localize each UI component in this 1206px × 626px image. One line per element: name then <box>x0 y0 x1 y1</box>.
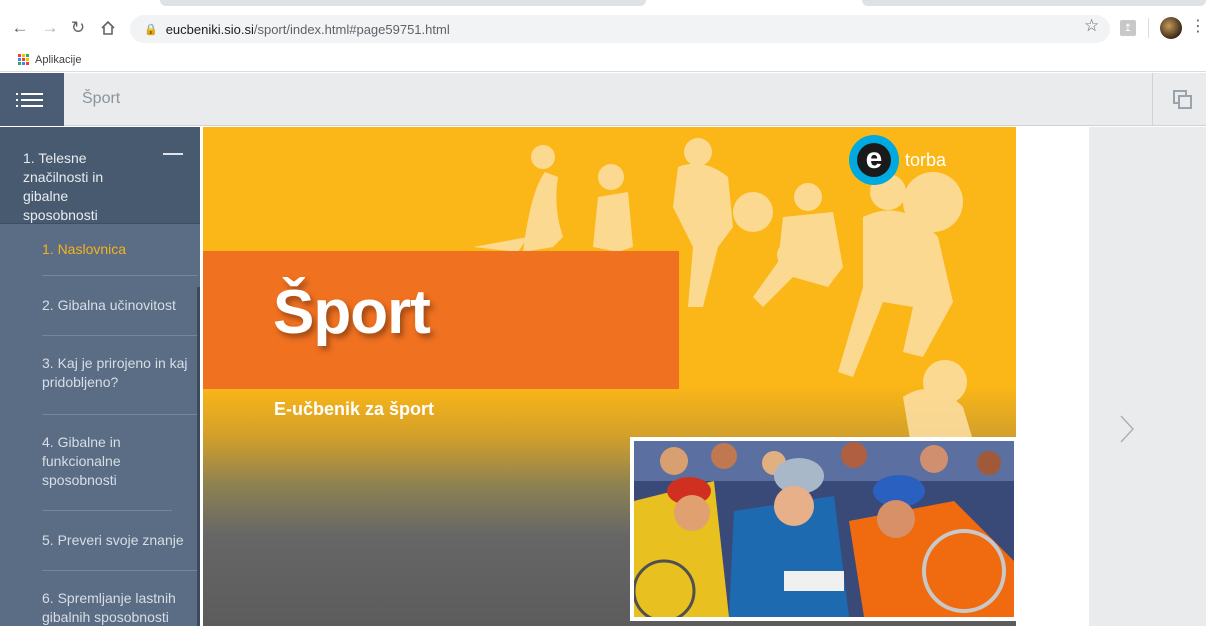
sidebar-item-gibalna-ucinovitost[interactable]: 2. Gibalna učinovitost <box>42 276 197 336</box>
forward-icon[interactable]: → <box>38 16 62 40</box>
bookmark-star-icon[interactable]: ☆ <box>1084 16 1099 36</box>
sidebar-chapter[interactable]: 1. Telesne značilnosti in gibalne sposob… <box>0 127 203 224</box>
view-mode-icon-front <box>1178 95 1192 109</box>
app-title: Šport <box>82 90 121 107</box>
logo-e-icon: e <box>849 135 899 185</box>
back-icon[interactable]: ← <box>8 16 32 40</box>
menu-toggle-button[interactable] <box>0 73 64 126</box>
sidebar-item-preveri-znanje[interactable]: 5. Preveri svoje znanje <box>42 511 197 571</box>
sidebar-item-prirojeno-pridobljeno[interactable]: 3. Kaj je prirojeno in kaj pridobljeno? <box>42 336 197 415</box>
sidebar-item-naslovnica[interactable]: 1. Naslovnica <box>42 224 197 276</box>
url-host: eucbeniki.sio.si <box>165 21 254 37</box>
right-panel <box>1089 127 1206 626</box>
logo-text: torba <box>905 149 947 170</box>
tab-strip-edge <box>160 0 646 6</box>
apps-grid-icon[interactable] <box>18 54 29 65</box>
chapter-label: 1. Telesne značilnosti in gibalne sposob… <box>23 150 104 223</box>
lock-icon: 🔒 <box>144 23 158 36</box>
view-mode-button[interactable] <box>1152 73 1206 126</box>
browser-menu-icon[interactable]: ⋮ <box>1190 16 1206 36</box>
reload-icon[interactable]: ↻ <box>66 16 90 40</box>
sidebar-item-spremljanje[interactable]: 6. Spremljanje lastnih gibalnih sposobno… <box>42 571 197 626</box>
sidebar: 1. Telesne značilnosti in gibalne sposob… <box>0 127 203 626</box>
browser-toolbar: ← → ↻ 🔒 eucbeniki.sio.si/sport/index.htm… <box>0 0 1206 48</box>
app-header: Šport <box>0 73 1206 126</box>
next-page-arrow-icon[interactable] <box>1118 414 1136 444</box>
cover-page: Šport E-učbenik za šport e torba <box>203 127 1016 626</box>
address-bar[interactable]: 🔒 eucbeniki.sio.si/sport/index.html#page… <box>130 15 1110 43</box>
cover-title: Šport <box>273 278 431 347</box>
cyclists-image <box>634 441 1014 617</box>
sidebar-items: 1. Naslovnica 2. Gibalna učinovitost 3. … <box>0 224 203 626</box>
cyclists-photo <box>630 437 1016 621</box>
toolbar-divider <box>1148 18 1149 38</box>
list-menu-icon <box>16 89 43 111</box>
tab-strip-edge <box>862 0 1206 6</box>
apps-bookmark-label[interactable]: Aplikacije <box>35 54 81 66</box>
etorba-logo: e torba <box>849 135 946 185</box>
bookmarks-bar: Aplikacije <box>0 48 1206 72</box>
cover-subtitle: E-učbenik za šport <box>274 399 435 419</box>
home-icon[interactable] <box>96 16 120 40</box>
url-path: /sport/index.html#page59751.html <box>253 21 450 37</box>
sidebar-item-gibalne-funkcionalne[interactable]: 4. Gibalne in funkcionalne sposobnosti <box>42 415 172 511</box>
collapse-icon[interactable] <box>163 153 183 155</box>
pdf-extension-icon[interactable]: ↥ <box>1120 20 1136 36</box>
profile-avatar[interactable] <box>1160 17 1182 39</box>
